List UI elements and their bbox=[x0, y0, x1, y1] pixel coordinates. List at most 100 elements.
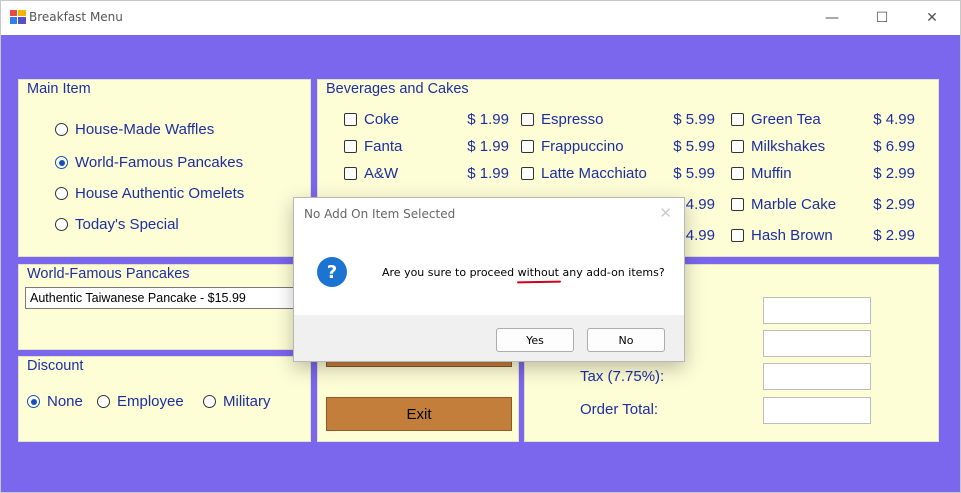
tax-output bbox=[763, 363, 871, 390]
dialog-message: Are you sure to proceed without any add-… bbox=[382, 266, 665, 279]
radio-world-famous-pancakes[interactable]: World-Famous Pancakes bbox=[55, 154, 243, 171]
checkbox-label: Marble Cake bbox=[751, 196, 837, 213]
maximize-icon: ☐ bbox=[875, 9, 889, 26]
checkbox-label: Fanta bbox=[364, 138, 403, 155]
no-button-label: No bbox=[618, 333, 634, 347]
radio-selected-icon bbox=[55, 156, 68, 169]
price-milkshakes: $ 6.99 bbox=[873, 138, 915, 155]
radio-icon bbox=[97, 395, 110, 408]
beverages-title: Beverages and Cakes bbox=[326, 81, 469, 97]
discount-title: Discount bbox=[27, 358, 84, 374]
yes-button[interactable]: Yes bbox=[496, 328, 574, 352]
checkbox-espresso[interactable]: Espresso bbox=[521, 111, 604, 128]
checkbox-icon bbox=[344, 167, 357, 180]
checkbox-hash-brown[interactable]: Hash Brown bbox=[731, 227, 833, 244]
price-marble-cake: $ 2.99 bbox=[873, 196, 915, 213]
checkbox-coke[interactable]: Coke bbox=[344, 111, 399, 128]
pancakes-title: World-Famous Pancakes bbox=[27, 266, 190, 282]
radio-selected-icon bbox=[27, 395, 40, 408]
radio-discount-none[interactable]: None bbox=[27, 393, 83, 410]
dialog-message-start: Are you sure to proceed bbox=[382, 266, 518, 279]
order-total-label: Order Total: bbox=[580, 401, 659, 418]
checkbox-latte-macchiato[interactable]: Latte Macchiato bbox=[521, 165, 647, 182]
main-item-title: Main Item bbox=[27, 81, 91, 97]
discount-output bbox=[763, 330, 871, 357]
window-title: Breakfast Menu bbox=[29, 10, 123, 24]
radio-label: None bbox=[47, 393, 83, 410]
radio-house-authentic-omelets[interactable]: House Authentic Omelets bbox=[55, 185, 244, 202]
price-fanta: $ 1.99 bbox=[467, 138, 509, 155]
main-item-group: Main Item House-Made Waffles World-Famou… bbox=[18, 79, 311, 257]
checkbox-icon bbox=[521, 113, 534, 126]
price-hash-brown: $ 2.99 bbox=[873, 227, 915, 244]
price-espresso: $ 5.99 bbox=[673, 111, 715, 128]
checkbox-label: Latte Macchiato bbox=[541, 165, 647, 182]
radio-icon bbox=[55, 218, 68, 231]
title-bar[interactable]: Breakfast Menu — ☐ ✕ bbox=[1, 1, 960, 34]
price-aw: $ 1.99 bbox=[467, 165, 509, 182]
radio-label: World-Famous Pancakes bbox=[75, 154, 244, 171]
tax-label: Tax (7.75%): bbox=[580, 368, 665, 385]
radio-house-made-waffles[interactable]: House-Made Waffles bbox=[55, 121, 214, 138]
confirm-dialog: No Add On Item Selected ✕ ? Are you sure… bbox=[293, 197, 685, 362]
radio-label: Today's Special bbox=[75, 216, 179, 233]
dialog-body: ? Are you sure to proceed without any ad… bbox=[294, 231, 684, 315]
question-icon: ? bbox=[317, 257, 347, 287]
minimize-icon: — bbox=[825, 9, 839, 26]
radio-label: Employee bbox=[117, 393, 184, 410]
checkbox-milkshakes[interactable]: Milkshakes bbox=[731, 138, 825, 155]
app-window: Breakfast Menu — ☐ ✕ Main Item House-Mad… bbox=[0, 0, 961, 493]
checkbox-icon bbox=[344, 140, 357, 153]
checkbox-label: Green Tea bbox=[751, 111, 821, 128]
price-latte-macchiato: $ 5.99 bbox=[673, 165, 715, 182]
radio-discount-military[interactable]: Military bbox=[203, 393, 271, 410]
checkbox-label: Espresso bbox=[541, 111, 604, 128]
price-coke: $ 1.99 bbox=[467, 111, 509, 128]
dialog-message-emphasis: without bbox=[517, 266, 559, 279]
radio-discount-employee[interactable]: Employee bbox=[97, 393, 184, 410]
close-button[interactable]: ✕ bbox=[907, 1, 957, 34]
pancakes-group: World-Famous Pancakes Authentic Taiwanes… bbox=[18, 264, 311, 350]
checkbox-icon bbox=[731, 140, 744, 153]
dialog-title: No Add On Item Selected bbox=[304, 207, 456, 221]
checkbox-fanta[interactable]: Fanta bbox=[344, 138, 402, 155]
order-total-output bbox=[763, 397, 871, 424]
subtotal-output bbox=[763, 297, 871, 324]
minimize-button[interactable]: — bbox=[807, 1, 857, 34]
checkbox-marble-cake[interactable]: Marble Cake bbox=[731, 196, 836, 213]
radio-label: House-Made Waffles bbox=[75, 121, 215, 138]
checkbox-label: A&W bbox=[364, 165, 399, 182]
checkbox-icon bbox=[731, 198, 744, 211]
maximize-button[interactable]: ☐ bbox=[857, 1, 907, 34]
checkbox-label: Milkshakes bbox=[751, 138, 826, 155]
checkbox-aw[interactable]: A&W bbox=[344, 165, 398, 182]
dialog-close-icon[interactable]: ✕ bbox=[659, 204, 672, 222]
price-frappuccino: $ 5.99 bbox=[673, 138, 715, 155]
pancake-select[interactable]: Authentic Taiwanese Pancake - $15.99 ▼ bbox=[25, 287, 307, 309]
checkbox-icon bbox=[731, 167, 744, 180]
radio-label: House Authentic Omelets bbox=[75, 185, 245, 202]
checkbox-frappuccino[interactable]: Frappuccino bbox=[521, 138, 624, 155]
radio-todays-special[interactable]: Today's Special bbox=[55, 216, 179, 233]
price-green-tea: $ 4.99 bbox=[873, 111, 915, 128]
checkbox-icon bbox=[521, 167, 534, 180]
radio-icon bbox=[55, 187, 68, 200]
checkbox-icon bbox=[521, 140, 534, 153]
radio-icon bbox=[55, 123, 68, 136]
checkbox-icon bbox=[344, 113, 357, 126]
radio-label: Military bbox=[223, 393, 271, 410]
discount-group: Discount None Employee Military bbox=[18, 356, 311, 442]
checkbox-label: Coke bbox=[364, 111, 400, 128]
exit-button-label: Exit bbox=[406, 405, 432, 423]
pancake-select-value: Authentic Taiwanese Pancake - $15.99 bbox=[30, 291, 246, 305]
radio-icon bbox=[203, 395, 216, 408]
checkbox-muffin[interactable]: Muffin bbox=[731, 165, 792, 182]
checkbox-label: Muffin bbox=[751, 165, 792, 182]
exit-button[interactable]: Exit bbox=[326, 397, 512, 431]
no-button[interactable]: No bbox=[587, 328, 665, 352]
close-icon: ✕ bbox=[926, 9, 938, 26]
price-muffin: $ 2.99 bbox=[873, 165, 915, 182]
checkbox-green-tea[interactable]: Green Tea bbox=[731, 111, 821, 128]
checkbox-label: Hash Brown bbox=[751, 227, 833, 244]
checkbox-label: Frappuccino bbox=[541, 138, 624, 155]
